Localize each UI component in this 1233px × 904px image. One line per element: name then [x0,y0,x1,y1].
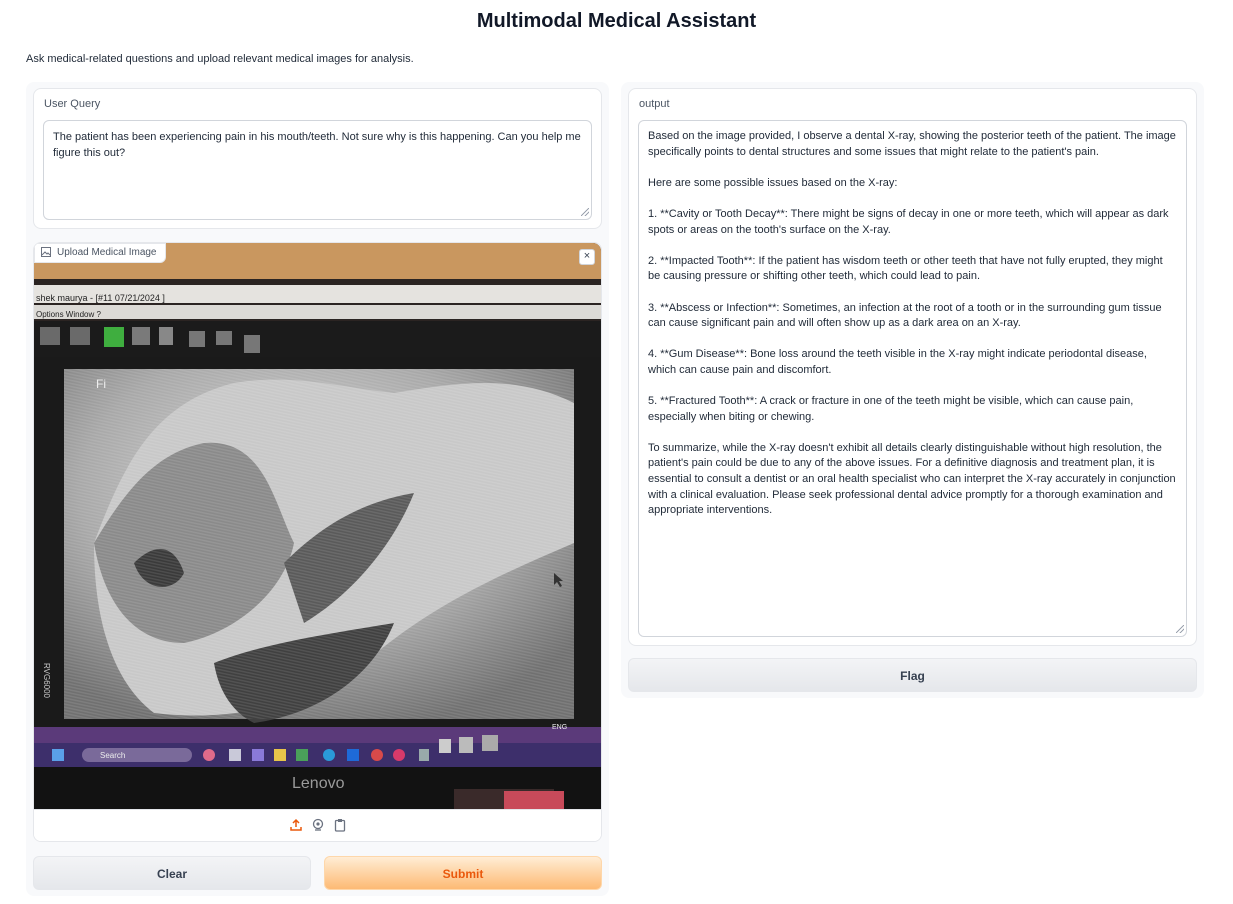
uploaded-image: shek maurya - [#11 07/21/2024 ] Options … [34,243,601,809]
resize-handle[interactable] [1176,625,1184,633]
input-column: User Query The patient has been experien… [26,82,609,896]
window-menu: Options Window ? [36,310,101,319]
user-query-label: User Query [44,98,101,110]
xray-photo: shek maurya - [#11 07/21/2024 ] Options … [34,243,601,809]
image-upload-tag: Upload Medical Image [34,243,166,263]
upload-icon[interactable] [289,818,303,832]
app-title: Multimodal Medical Assistant [476,10,757,32]
clipboard-icon[interactable] [333,818,347,832]
taskbar-lang: ENG [552,724,567,731]
submit-button[interactable]: Submit [324,856,602,890]
output-label: output [639,98,670,110]
image-toolbar [34,809,601,841]
resize-handle[interactable] [581,208,589,216]
xray-marker: Fi [96,377,106,391]
flag-button[interactable]: Flag [628,658,1197,692]
output-column: output Based on the image provided, I ob… [621,82,1204,698]
user-query-block: User Query The patient has been experien… [33,88,602,229]
image-icon [41,247,51,257]
image-upload-label: Upload Medical Image [57,247,157,258]
image-upload-block: shek maurya - [#11 07/21/2024 ] Options … [33,242,602,842]
clear-button[interactable]: Clear [33,856,311,890]
webcam-icon[interactable] [311,818,325,832]
user-query-input[interactable]: The patient has been experiencing pain i… [43,120,592,220]
taskbar-search: Search [100,751,125,760]
output-block: output Based on the image provided, I ob… [628,88,1197,646]
app-description: Ask medical-related questions and upload… [26,53,414,65]
monitor-brand: Lenovo [292,775,345,792]
window-title: shek maurya - [#11 07/21/2024 ] [36,293,165,303]
close-icon[interactable]: × [579,249,595,265]
output-textarea[interactable]: Based on the image provided, I observe a… [638,120,1187,637]
side-label: RVG6000 [42,663,51,699]
